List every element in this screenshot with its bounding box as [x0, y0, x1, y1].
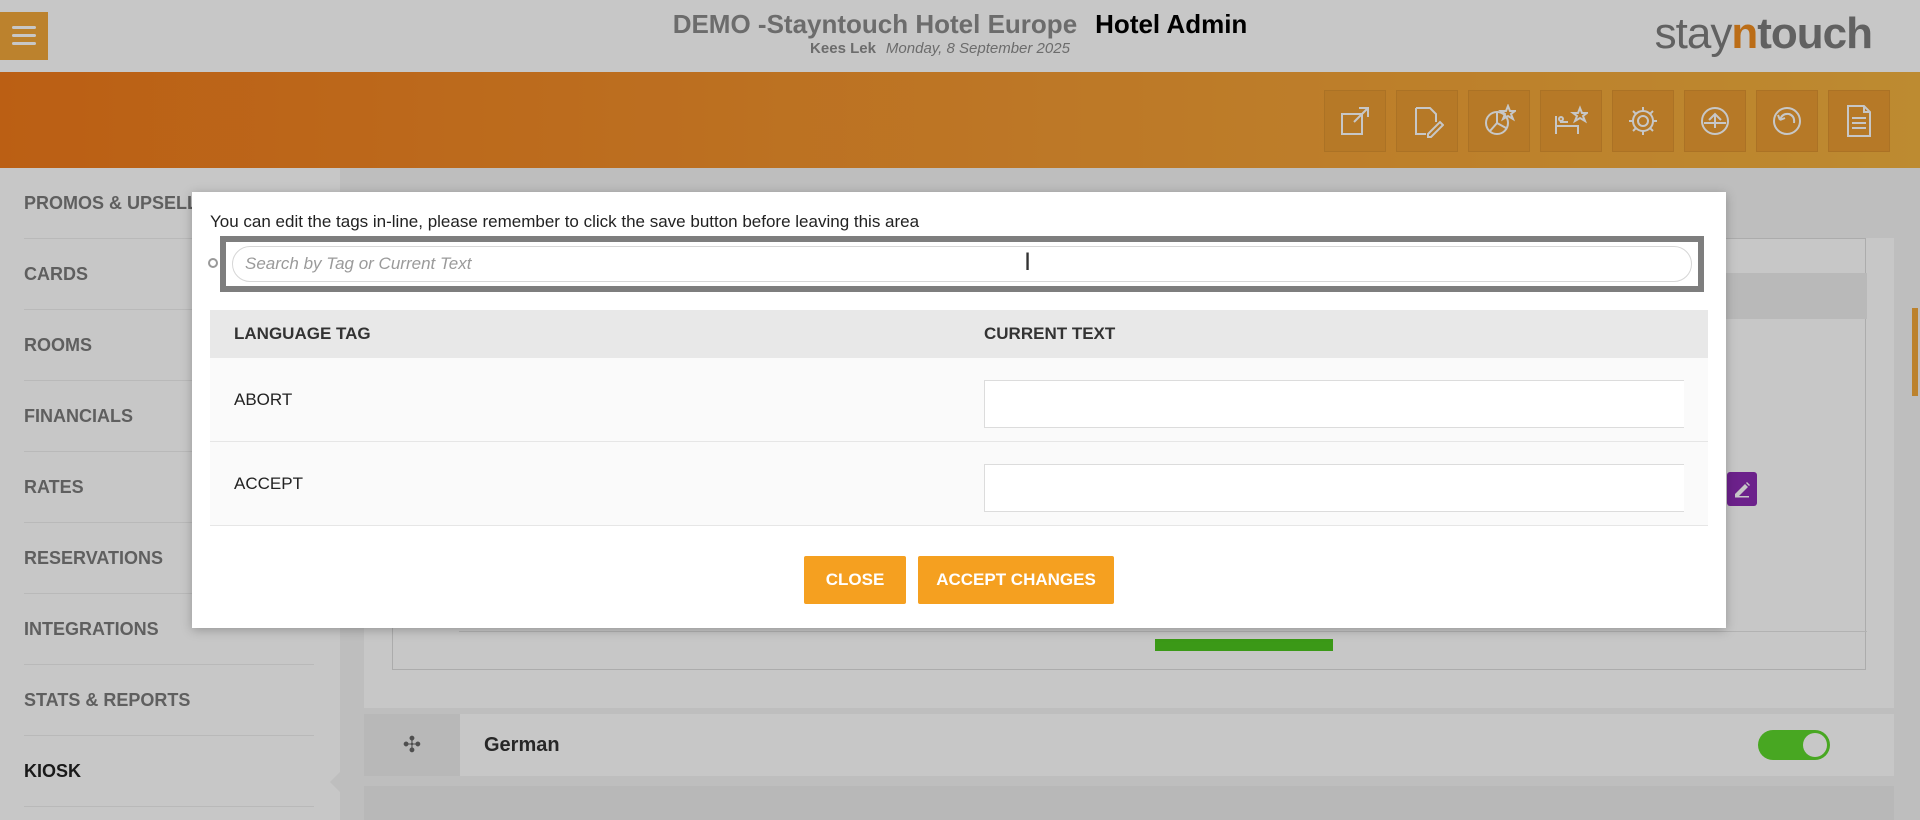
search-focus-frame: [220, 236, 1704, 292]
search-icon: [208, 258, 218, 268]
close-button[interactable]: CLOSE: [804, 556, 906, 604]
table-row: ABORT: [210, 358, 1708, 442]
current-text-input[interactable]: [984, 380, 1684, 428]
current-text-input[interactable]: [984, 464, 1684, 512]
modal-instructions: You can edit the tags in-line, please re…: [210, 212, 920, 231]
text-cursor-icon: I: [1024, 248, 1032, 276]
table-row: ACCEPT: [210, 442, 1708, 526]
accept-changes-button[interactable]: ACCEPT CHANGES: [918, 556, 1114, 604]
search-input[interactable]: [232, 246, 1692, 282]
language-tag: ABORT: [234, 390, 293, 409]
column-current-text: CURRENT TEXT: [984, 324, 1116, 343]
language-tags-modal: You can edit the tags in-line, please re…: [192, 192, 1726, 628]
column-language-tag: LANGUAGE TAG: [234, 324, 371, 343]
table-header: LANGUAGE TAG CURRENT TEXT: [210, 310, 1708, 358]
language-tag: ACCEPT: [234, 474, 303, 493]
